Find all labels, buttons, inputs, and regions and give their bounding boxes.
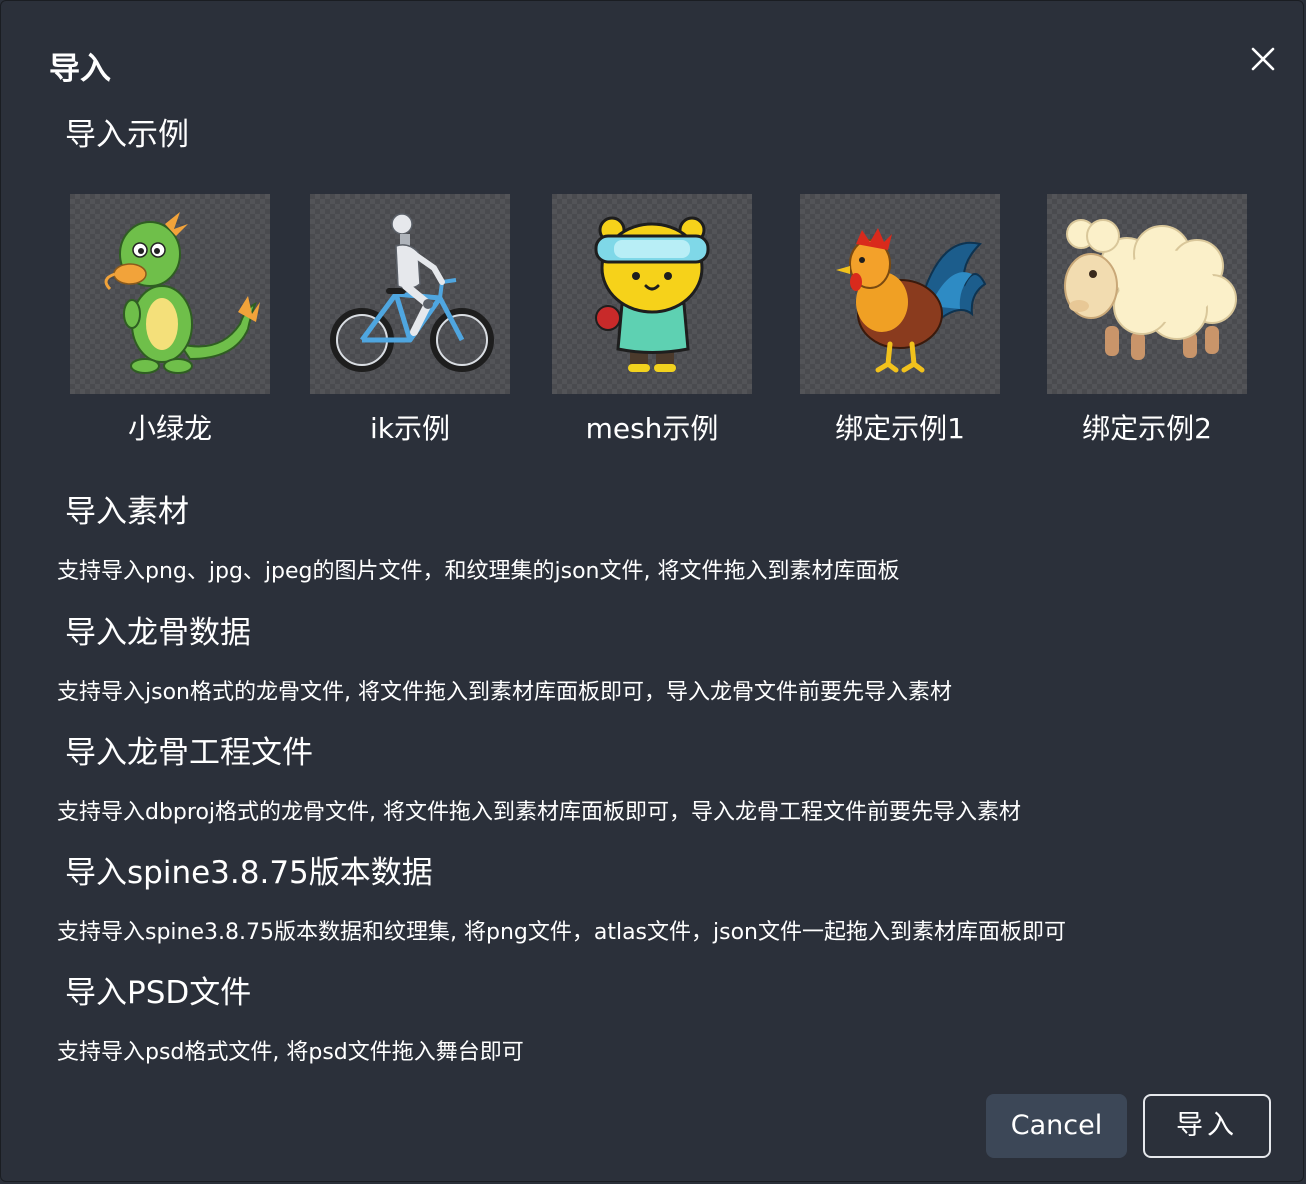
robot-bicycle-thumbnail <box>310 194 510 394</box>
example-label: 绑定示例1 <box>835 412 965 445</box>
examples-section-title: 导入示例 <box>65 117 189 153</box>
section-title-import-psd: 导入PSD文件 <box>65 975 252 1011</box>
sheep-thumbnail <box>1047 194 1247 394</box>
example-card-mesh[interactable]: mesh示例 <box>552 194 752 448</box>
example-label: 绑定示例2 <box>1082 412 1212 445</box>
close-button[interactable] <box>1245 41 1281 77</box>
section-desc-import-spine: 支持导入spine3.8.75版本数据和纹理集, 将png文件，atlas文件，… <box>57 920 1066 945</box>
section-desc-import-dragonbones-project: 支持导入dbproj格式的龙骨文件, 将文件拖入到素材库面板即可，导入龙骨工程文… <box>57 800 1022 825</box>
dialog-title: 导入 <box>49 51 111 87</box>
example-card-binding-2[interactable]: 绑定示例2 <box>1047 194 1247 448</box>
example-label: mesh示例 <box>585 412 719 445</box>
section-title-import-spine: 导入spine3.8.75版本数据 <box>65 855 433 891</box>
section-title-import-dragonbones-data: 导入龙骨数据 <box>65 615 251 651</box>
yellow-bear-thumbnail <box>552 194 752 394</box>
section-desc-import-assets: 支持导入png、jpg、jpeg的图片文件，和纹理集的json文件, 将文件拖入… <box>57 559 900 584</box>
section-title-import-dragonbones-project: 导入龙骨工程文件 <box>65 735 313 771</box>
import-dialog: 导入 导入示例 小绿龙 ik示例 mesh示例 绑定示例1 绑定示例2 导入素材… <box>0 0 1304 1182</box>
import-button[interactable]: 导入 <box>1143 1094 1271 1158</box>
section-desc-import-psd: 支持导入psd格式文件, 将psd文件拖入舞台即可 <box>57 1040 524 1065</box>
example-label: ik示例 <box>370 412 450 445</box>
example-card-binding-1[interactable]: 绑定示例1 <box>800 194 1000 448</box>
section-desc-import-dragonbones-data: 支持导入json格式的龙骨文件, 将文件拖入到素材库面板即可，导入龙骨文件前要先… <box>57 680 952 705</box>
example-card-ik[interactable]: ik示例 <box>310 194 510 448</box>
green-dragon-thumbnail <box>70 194 270 394</box>
cancel-button[interactable]: Cancel <box>986 1094 1127 1158</box>
example-label: 小绿龙 <box>127 412 212 445</box>
close-icon <box>1251 47 1275 71</box>
section-title-import-assets: 导入素材 <box>65 494 189 530</box>
rooster-thumbnail <box>800 194 1000 394</box>
example-card-green-dragon[interactable]: 小绿龙 <box>70 194 270 448</box>
